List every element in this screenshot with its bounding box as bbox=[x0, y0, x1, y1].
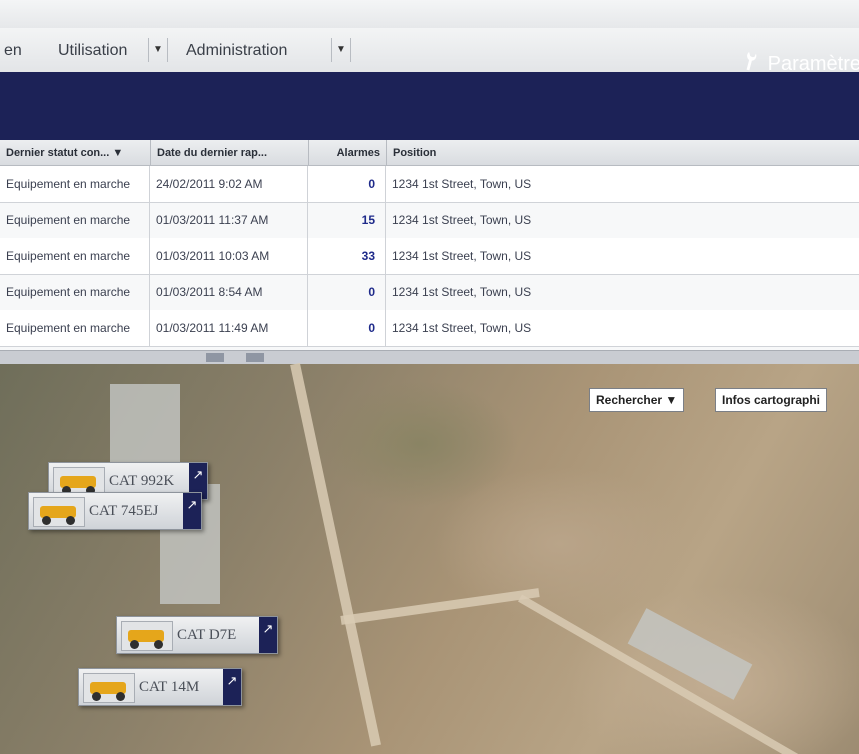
cell-alarms[interactable]: 0 bbox=[308, 274, 386, 310]
dozer-icon bbox=[121, 621, 173, 651]
open-detail-icon[interactable]: ↗ bbox=[223, 669, 241, 705]
administration-dropdown-icon[interactable]: ▼ bbox=[331, 38, 351, 62]
equipment-table: Dernier statut con... ▼ Date du dernier … bbox=[0, 140, 859, 350]
cell-position: 1234 1st Street, Town, US bbox=[392, 285, 532, 299]
table-row[interactable]: Equipement en marche 01/03/2011 10:03 AM… bbox=[0, 238, 859, 275]
cell-alarms[interactable]: 15 bbox=[308, 202, 386, 238]
cell-status: Equipement en marche bbox=[0, 202, 150, 238]
open-detail-icon[interactable]: ↗ bbox=[183, 493, 201, 529]
equipment-marker[interactable]: CAT 745EJ ↗ bbox=[28, 492, 202, 530]
panel-splitter[interactable] bbox=[0, 350, 859, 365]
marker-label: CAT D7E bbox=[177, 627, 237, 643]
nav-band bbox=[0, 72, 859, 140]
utilisation-dropdown-icon[interactable]: ▼ bbox=[148, 38, 168, 62]
satellite-map[interactable]: Rechercher ▼ Infos cartographi CAT 992K … bbox=[0, 362, 859, 754]
cell-date: 01/03/2011 10:03 AM bbox=[150, 238, 308, 274]
cell-date: 01/03/2011 11:49 AM bbox=[150, 310, 308, 346]
map-road bbox=[290, 362, 381, 747]
menu-item-partial[interactable]: en bbox=[4, 42, 22, 60]
cell-date: 01/03/2011 11:37 AM bbox=[150, 202, 308, 238]
col-header-date[interactable]: Date du dernier rap... bbox=[150, 140, 308, 166]
open-detail-icon[interactable]: ↗ bbox=[259, 617, 277, 653]
cell-date: 24/02/2011 9:02 AM bbox=[150, 166, 308, 202]
menu-item-utilisation[interactable]: Utilisation bbox=[58, 42, 127, 60]
map-building bbox=[110, 384, 180, 474]
cell-date: 01/03/2011 8:54 AM bbox=[150, 274, 308, 310]
col-header-alarms[interactable]: Alarmes bbox=[308, 140, 386, 166]
table-row[interactable]: Equipement en marche 01/03/2011 8:54 AM … bbox=[0, 274, 859, 311]
table-row[interactable]: Equipement en marche 24/02/2011 9:02 AM … bbox=[0, 166, 859, 203]
settings-button[interactable]: Paramètre bbox=[742, 50, 859, 76]
col-header-status[interactable]: Dernier statut con... ▼ bbox=[0, 140, 150, 166]
collapse-down-icon[interactable] bbox=[246, 353, 264, 362]
equipment-marker[interactable]: CAT D7E ↗ bbox=[116, 616, 278, 654]
table-row[interactable]: Equipement en marche 01/03/2011 11:49 AM… bbox=[0, 310, 859, 347]
menu-item-administration[interactable]: Administration bbox=[186, 42, 287, 60]
cell-alarms[interactable]: 0 bbox=[308, 310, 386, 346]
search-dropdown-button[interactable]: Rechercher ▼ bbox=[589, 388, 685, 412]
wrench-icon bbox=[736, 47, 766, 80]
truck-icon bbox=[33, 497, 85, 527]
col-header-position[interactable]: Position bbox=[386, 140, 859, 166]
cell-position: 1234 1st Street, Town, US bbox=[392, 321, 532, 335]
cell-status: Equipement en marche bbox=[0, 310, 150, 346]
cell-status: Equipement en marche bbox=[0, 274, 150, 310]
map-building bbox=[627, 608, 753, 700]
screen: en Utilisation ▼ Administration ▼ Paramè… bbox=[0, 0, 859, 754]
grader-icon bbox=[83, 673, 135, 703]
cell-position: 1234 1st Street, Town, US bbox=[392, 213, 532, 227]
window-top-strip bbox=[0, 0, 859, 28]
settings-label: Paramètre bbox=[767, 53, 859, 75]
cell-alarms[interactable]: 0 bbox=[308, 166, 386, 202]
cell-alarms[interactable]: 33 bbox=[308, 238, 386, 274]
collapse-up-icon[interactable] bbox=[206, 353, 224, 362]
map-info-button[interactable]: Infos cartographi bbox=[715, 388, 828, 412]
cell-position: 1234 1st Street, Town, US bbox=[392, 249, 532, 263]
equipment-marker[interactable]: CAT 14M ↗ bbox=[78, 668, 242, 706]
cell-status: Equipement en marche bbox=[0, 166, 150, 202]
table-body: Equipement en marche 24/02/2011 9:02 AM … bbox=[0, 166, 859, 350]
table-row[interactable]: Equipement en marche 01/03/2011 11:37 AM… bbox=[0, 202, 859, 239]
cell-position: 1234 1st Street, Town, US bbox=[392, 177, 532, 191]
marker-label: CAT 14M bbox=[139, 679, 200, 695]
map-road bbox=[340, 588, 540, 625]
cell-status: Equipement en marche bbox=[0, 238, 150, 274]
marker-label: CAT 745EJ bbox=[89, 503, 159, 519]
